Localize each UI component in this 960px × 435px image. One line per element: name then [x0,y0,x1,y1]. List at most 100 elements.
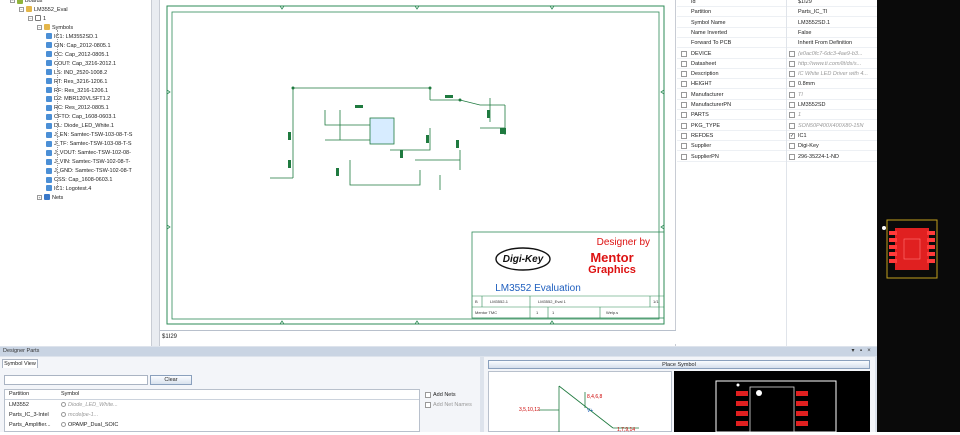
property-visible-checkbox[interactable] [681,122,687,129]
property-row[interactable]: Id $1I29 [677,0,877,7]
property-display-checkbox[interactable] [789,91,795,98]
property-visible-checkbox[interactable] [681,132,687,139]
property-visible-checkbox[interactable] [681,71,687,78]
tree-item[interactable]: CIN: Cap_2012-0805.1 [46,42,111,51]
tree-item[interactable]: D2: MBR120VLSFT1.2 [46,95,110,104]
dock-icon[interactable]: ▾ [850,348,856,355]
property-row[interactable]: Manufacturer TI [677,90,877,100]
property-visible-checkbox[interactable] [681,50,687,57]
property-row[interactable]: REFDES ✓ IC1 [677,131,877,141]
tree-scrollbar[interactable] [152,0,160,346]
tree-item[interactable]: J_EN: Samtec-TSW-103-08-T-S [46,131,132,140]
property-display-checkbox[interactable] [789,143,795,150]
property-row[interactable]: Name Inverted False [677,28,877,38]
property-value[interactable]: False [798,28,811,38]
property-display-checkbox[interactable] [789,153,795,160]
parts-row-partition[interactable]: LM3552 [9,401,29,410]
expand-toggle-icon[interactable]: − [19,6,24,12]
add-nets-checkbox[interactable]: Add Nets [425,391,456,399]
parts-row-partition[interactable]: Parts_Amplifier... [9,421,51,430]
tree-item[interactable]: − LM3552_Eval [19,6,68,15]
expand-toggle-icon[interactable]: − [10,0,15,4]
pcb-preview-panel[interactable] [877,0,960,432]
property-value[interactable]: TI [798,90,803,100]
property-visible-checkbox[interactable] [681,112,687,119]
property-row[interactable]: DEVICE {e0ac0fc7-6dc3-4ae9-b3... [677,49,877,59]
add-net-names-checkbox[interactable]: Add Net Names [425,401,472,409]
property-row[interactable]: PARTS 1 [677,110,877,121]
property-value[interactable]: Digi-Key [798,141,819,151]
property-row[interactable]: ManufacturerPN LM3552SD [677,100,877,110]
property-visible-checkbox[interactable] [681,81,687,88]
close-icon[interactable]: × [866,348,872,355]
symbol-radio-icon[interactable] [61,412,66,418]
property-row[interactable]: Datasheet http://www.ti.com/lit/ds/s... [677,59,877,69]
property-value[interactable]: SON50P400X400X80-15N [798,121,863,131]
parts-search-input[interactable] [4,375,148,385]
property-value[interactable]: IC1 [798,131,807,141]
property-display-checkbox[interactable] [789,112,795,119]
column-header-partition[interactable]: Partition [9,390,29,399]
property-row[interactable]: Supplier Digi-Key [677,141,877,152]
property-display-checkbox[interactable] [789,60,795,67]
tree-item[interactable]: IC1: LM3552SD.1 [46,33,98,42]
property-row[interactable]: HEIGHT 0.8mm [677,79,877,90]
place-symbol-button[interactable]: Place Symbol [488,360,870,369]
tree-item[interactable]: RF: Res_3216-1206.1 [46,87,108,96]
tree-item[interactable]: + Nets [37,194,63,203]
property-visible-checkbox[interactable] [681,153,687,160]
property-value[interactable]: IC White LED Driver with 4... [798,69,868,79]
property-visible-checkbox[interactable] [681,143,687,150]
property-value[interactable]: 296-35224-1-ND [798,152,839,162]
parts-row-symbol[interactable]: mcdelpe-1... [61,411,98,420]
tree-item[interactable]: IC1: Logotest.4 [46,185,91,194]
property-value[interactable]: 0.8mm [798,79,815,89]
property-value[interactable]: {e0ac0fc7-6dc3-4ae9-b3... [798,49,863,59]
property-visible-checkbox[interactable] [681,91,687,98]
property-visible-checkbox[interactable] [681,60,687,67]
expand-toggle-icon[interactable]: + [37,194,42,200]
property-value[interactable]: LM3552SD [798,100,826,110]
property-row[interactable]: Forward To PCB Inherit From Definition [677,38,877,49]
property-value[interactable]: LM3552SD.1 [798,18,830,28]
property-value[interactable]: $1I29 [798,0,812,7]
symbol-radio-icon[interactable] [61,422,66,428]
property-row[interactable]: Description IC White LED Driver with 4... [677,69,877,80]
tree-item[interactable]: −1 [28,15,46,24]
property-value[interactable]: http://www.ti.com/lit/ds/s... [798,59,861,69]
property-display-checkbox[interactable] [789,71,795,78]
tree-item[interactable]: J_GND: Samtec-TSW-102-08-T [46,167,132,176]
expand-toggle-icon[interactable]: − [37,24,42,30]
property-display-checkbox[interactable] [789,50,795,57]
clear-button[interactable]: Clear [150,375,192,385]
parts-row-symbol[interactable]: Diode_LED_White... [61,401,118,410]
parts-row-symbol[interactable]: OPAMP_Dual_SOIC [61,421,118,430]
tree-item[interactable]: J_VOUT: Samtec-TSW-102-08- [46,149,131,158]
tree-item[interactable]: J_VIN: Samtec-TSW-102-08-T- [46,158,130,167]
schematic-canvas[interactable]: Digi-Key Designer by Mentor Graphics LM3… [160,0,676,346]
property-row[interactable]: Symbol Name LM3552SD.1 [677,18,877,28]
property-value[interactable]: 1 [798,110,801,120]
pin-icon[interactable]: ▪ [858,348,864,355]
property-row[interactable]: Partition Parts_IC_TI [677,7,877,18]
property-display-checkbox[interactable] [789,122,795,129]
tree-item[interactable]: − Symbols [37,24,73,33]
property-visible-checkbox[interactable] [681,102,687,108]
property-row[interactable]: PKG_TYPE SON50P400X400X80-15N [677,121,877,131]
tree-item[interactable]: J_TF: Samtec-TSW-103-08-T-S [46,140,132,149]
parts-row-partition[interactable]: Parts_IC_3-Intel [9,411,49,420]
property-display-checkbox[interactable] [789,102,795,108]
tree-item[interactable]: RT: Res_3216-1206.1 [46,78,107,87]
tree-item[interactable]: RC: Res_2012-0805.1 [46,104,109,113]
tab-symbol-view[interactable]: Symbol View [2,359,38,368]
symbol-radio-icon[interactable] [61,402,66,408]
property-display-checkbox[interactable]: ✓ [789,132,795,139]
tree-item[interactable]: CSS: Cap_1608-0603.1 [46,176,112,185]
property-value[interactable]: Inherit From Definition [798,38,852,48]
property-value[interactable]: Parts_IC_TI [798,7,827,17]
property-display-checkbox[interactable] [789,81,795,88]
tree-item[interactable]: LS: IND_2520-1008.2 [46,69,107,78]
property-row[interactable]: SupplierPN 296-35224-1-ND [677,152,877,162]
column-header-symbol[interactable]: Symbol [61,390,79,399]
expand-toggle-icon[interactable]: − [28,15,33,21]
